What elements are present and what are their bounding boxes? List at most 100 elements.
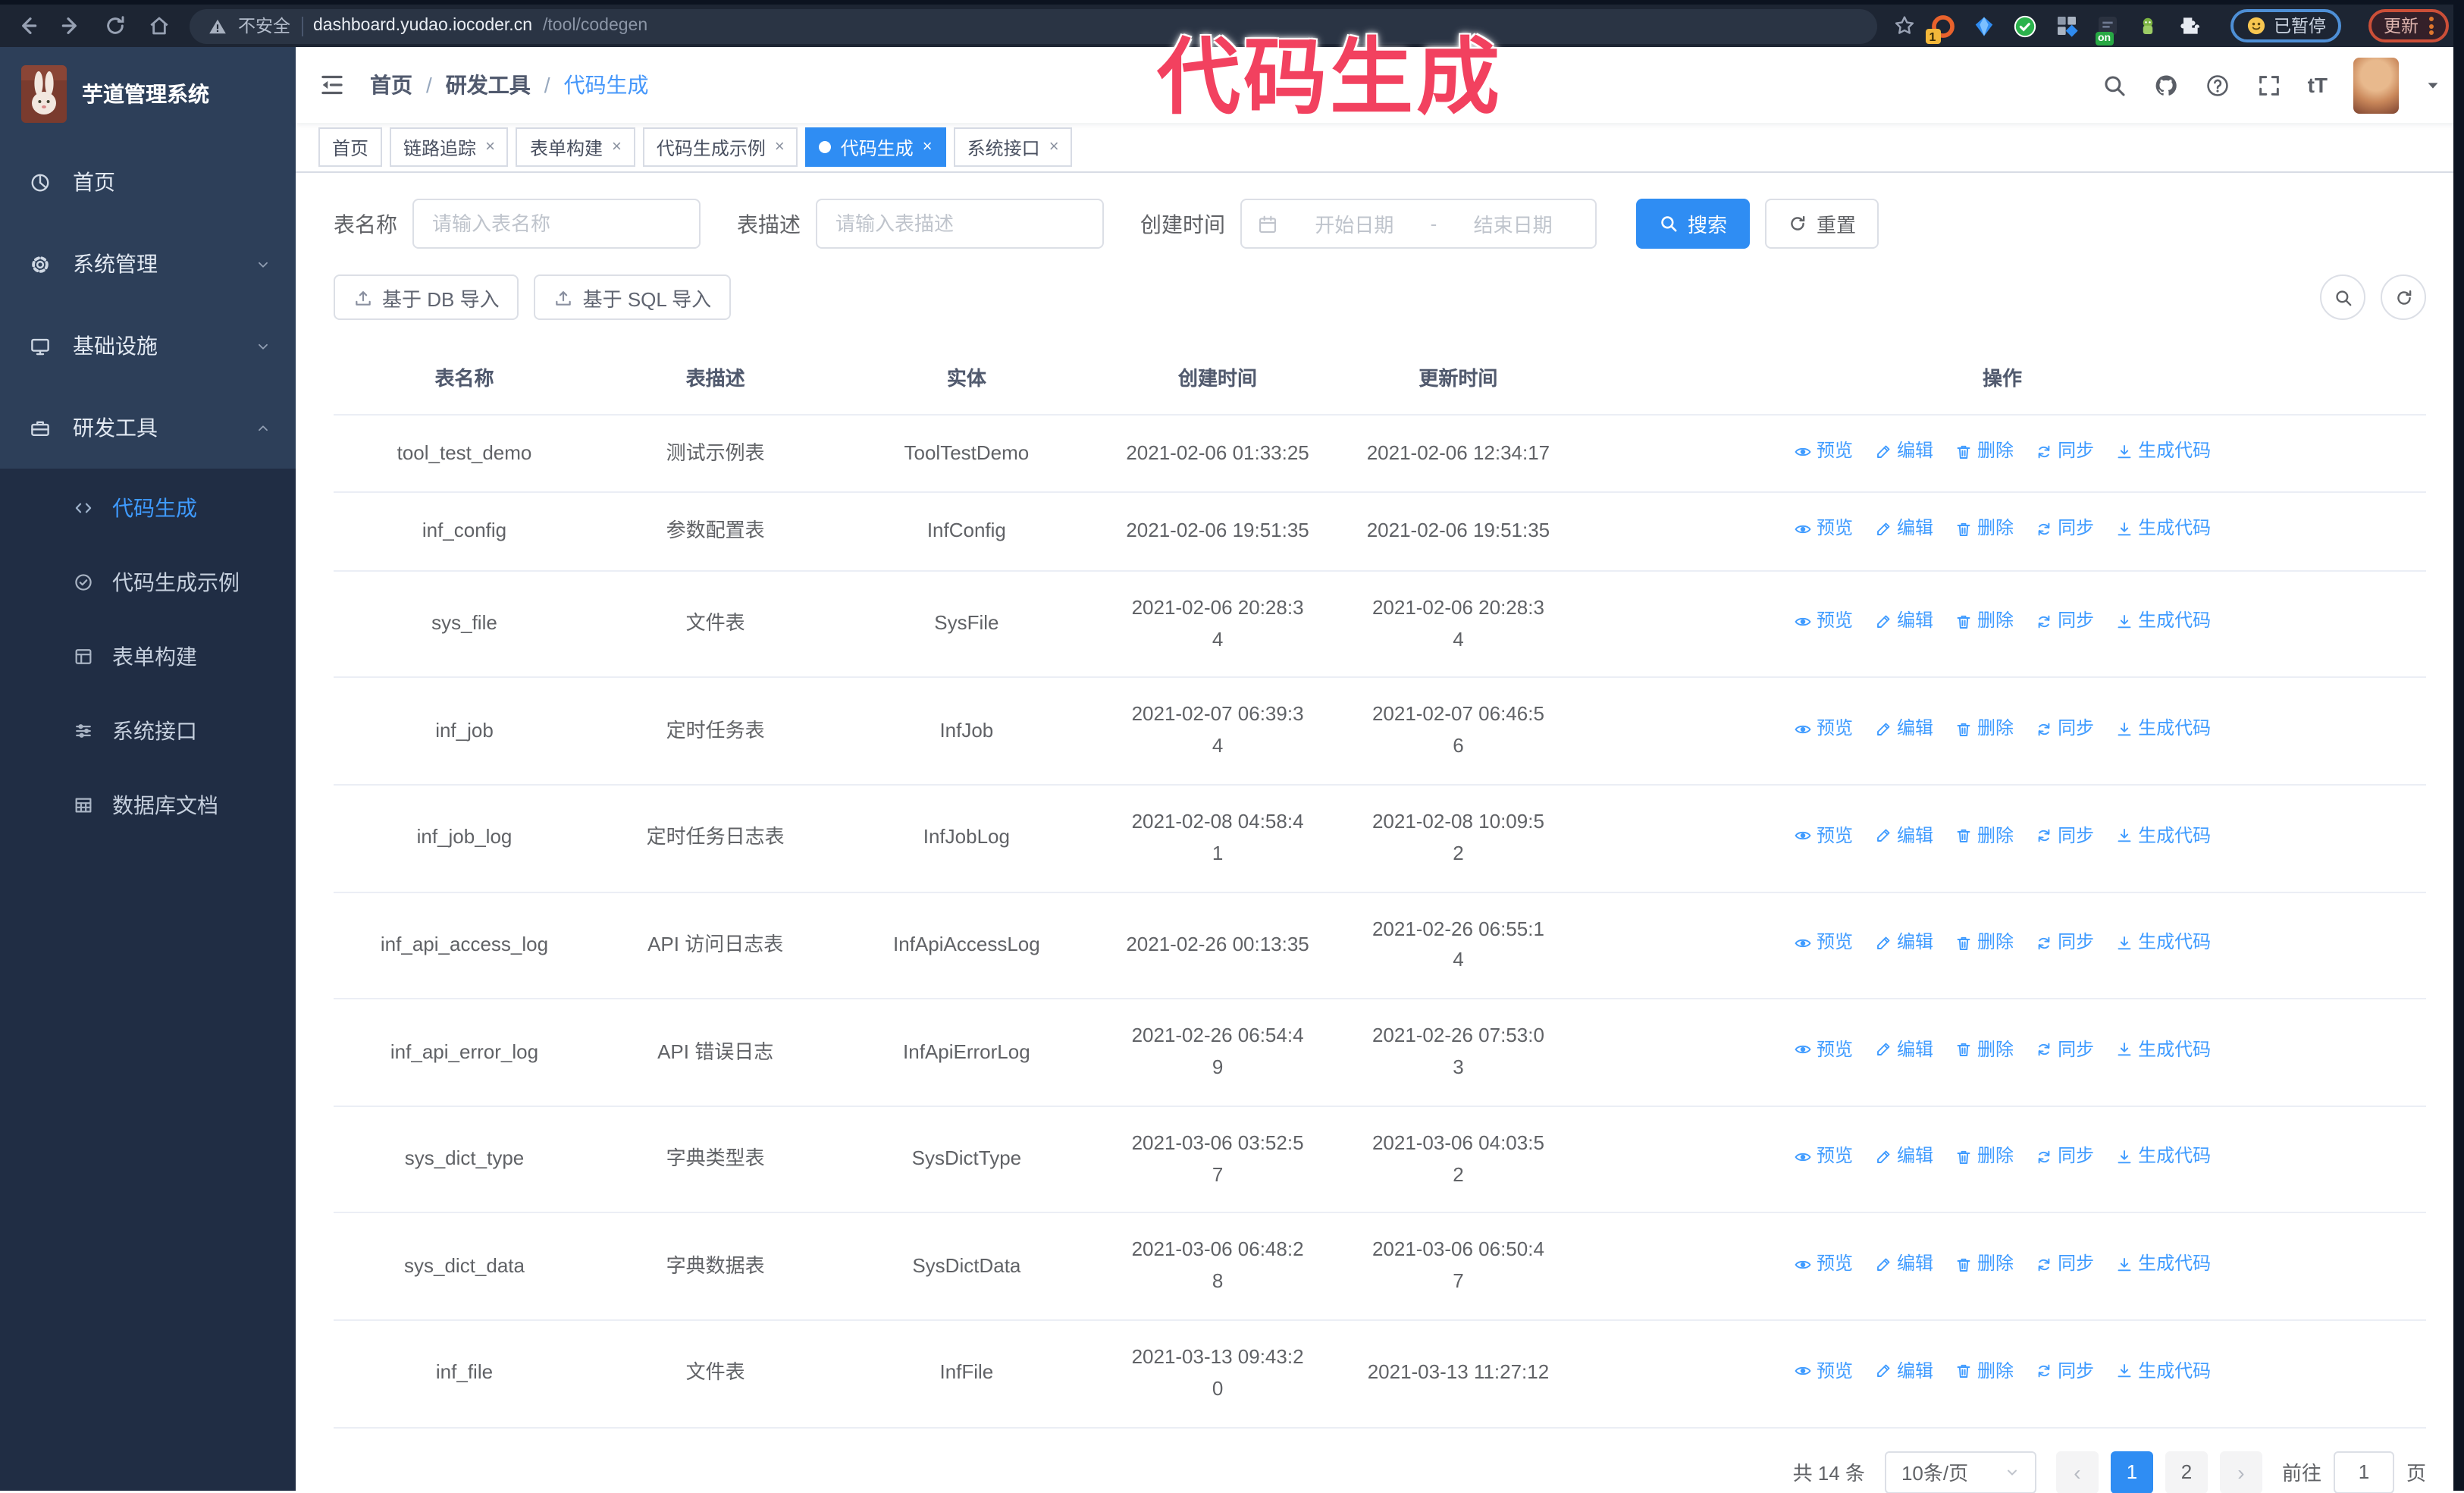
action-删除[interactable]: 删除 [1955,607,2014,636]
action-编辑[interactable]: 编辑 [1874,437,1933,466]
date-range-picker[interactable]: 开始日期 - 结束日期 [1240,199,1597,249]
action-同步[interactable]: 同步 [2035,1036,2094,1065]
action-删除[interactable]: 删除 [1955,1143,2014,1172]
action-生成代码[interactable]: 生成代码 [2115,821,2211,850]
table-name-input[interactable] [412,199,701,249]
action-同步[interactable]: 同步 [2035,714,2094,743]
action-删除[interactable]: 删除 [1955,928,2014,957]
action-删除[interactable]: 删除 [1955,515,2014,544]
action-同步[interactable]: 同步 [2035,515,2094,544]
table-desc-input[interactable] [816,199,1104,249]
page-size-select[interactable]: 10条/页 [1884,1451,2036,1493]
action-编辑[interactable]: 编辑 [1874,714,1933,743]
close-icon[interactable]: × [485,138,495,156]
action-编辑[interactable]: 编辑 [1874,515,1933,544]
tag-链路追踪[interactable]: 链路追踪 × [390,127,509,167]
action-删除[interactable]: 删除 [1955,1036,2014,1065]
bookmark-star-icon[interactable] [1892,14,1916,38]
user-avatar[interactable] [2353,57,2399,113]
breadcrumb-首页[interactable]: 首页 [370,70,412,100]
sidebar-logo-row[interactable]: 芋道管理系统 [0,47,296,141]
action-预览[interactable]: 预览 [1794,1036,1853,1065]
action-编辑[interactable]: 编辑 [1874,1250,1933,1278]
search-button[interactable]: 搜索 [1636,199,1751,249]
close-icon[interactable]: × [612,138,622,156]
action-删除[interactable]: 删除 [1955,714,2014,743]
action-删除[interactable]: 删除 [1955,1357,2014,1385]
action-预览[interactable]: 预览 [1794,928,1853,957]
action-预览[interactable]: 预览 [1794,1143,1853,1172]
sidebar-subitem-数据库文档[interactable]: 数据库文档 [0,767,296,842]
action-生成代码[interactable]: 生成代码 [2115,1250,2211,1278]
extension-icon-dark-on[interactable]: on [2093,12,2121,45]
action-同步[interactable]: 同步 [2035,821,2094,850]
action-同步[interactable]: 同步 [2035,1250,2094,1278]
action-预览[interactable]: 预览 [1794,437,1853,466]
action-预览[interactable]: 预览 [1794,1357,1853,1385]
home-icon[interactable] [147,14,171,38]
extension-icon-grid[interactable] [2052,12,2080,39]
action-同步[interactable]: 同步 [2035,1143,2094,1172]
github-icon[interactable] [2153,72,2179,98]
forward-icon[interactable] [59,14,83,38]
action-预览[interactable]: 预览 [1794,1250,1853,1278]
search-icon[interactable] [2102,72,2127,98]
sidebar-subitem-系统接口[interactable]: 系统接口 [0,693,296,767]
paused-extension-pill[interactable]: 已暂停 [2230,9,2341,42]
help-icon[interactable] [2205,72,2230,98]
close-icon[interactable]: × [923,138,933,156]
tag-代码生成示例[interactable]: 代码生成示例 × [642,127,798,167]
collapse-sidebar-icon[interactable] [318,71,346,99]
sidebar-item-首页[interactable]: 首页 [0,141,296,223]
action-同步[interactable]: 同步 [2035,928,2094,957]
goto-page-input[interactable] [2333,1451,2394,1493]
action-编辑[interactable]: 编辑 [1874,1036,1933,1065]
sidebar-item-研发工具[interactable]: 研发工具 [0,387,296,469]
action-编辑[interactable]: 编辑 [1874,1357,1933,1385]
action-编辑[interactable]: 编辑 [1874,1143,1933,1172]
toggle-search-button[interactable] [2320,274,2365,320]
action-删除[interactable]: 删除 [1955,821,2014,850]
avatar-caret-down-icon[interactable] [2425,77,2441,93]
action-同步[interactable]: 同步 [2035,437,2094,466]
close-icon[interactable]: × [1049,138,1059,156]
prev-page-button[interactable]: ‹ [2055,1451,2099,1493]
sql-import-button[interactable]: 基于 SQL 导入 [534,274,732,320]
breadcrumb-研发工具[interactable]: 研发工具 [446,70,531,100]
sidebar-subitem-代码生成示例[interactable]: 代码生成示例 [0,544,296,619]
action-删除[interactable]: 删除 [1955,1250,2014,1278]
action-生成代码[interactable]: 生成代码 [2115,1036,2211,1065]
action-编辑[interactable]: 编辑 [1874,821,1933,850]
back-icon[interactable] [15,14,39,38]
action-生成代码[interactable]: 生成代码 [2115,1143,2211,1172]
tag-首页[interactable]: 首页 [318,127,383,167]
action-生成代码[interactable]: 生成代码 [2115,714,2211,743]
action-生成代码[interactable]: 生成代码 [2115,515,2211,544]
action-生成代码[interactable]: 生成代码 [2115,607,2211,636]
font-size-icon[interactable]: tT [2308,73,2328,97]
extension-icon-orange[interactable]: 1 [1925,12,1957,44]
reset-button[interactable]: 重置 [1765,199,1879,249]
action-预览[interactable]: 预览 [1794,821,1853,850]
action-同步[interactable]: 同步 [2035,1357,2094,1385]
extension-icon-green-robot[interactable] [2134,12,2161,39]
page-button-2[interactable]: 2 [2165,1451,2208,1493]
action-预览[interactable]: 预览 [1794,714,1853,743]
action-编辑[interactable]: 编辑 [1874,928,1933,957]
update-pill[interactable]: 更新 [2368,9,2449,42]
reload-icon[interactable] [103,14,127,38]
tag-表单构建[interactable]: 表单构建 × [516,127,635,167]
action-生成代码[interactable]: 生成代码 [2115,437,2211,466]
action-同步[interactable]: 同步 [2035,607,2094,636]
sidebar-item-系统管理[interactable]: 系统管理 [0,223,296,305]
action-删除[interactable]: 删除 [1955,437,2014,466]
refresh-table-button[interactable] [2381,274,2426,320]
tag-系统接口[interactable]: 系统接口 × [953,127,1073,167]
tag-代码生成[interactable]: 代码生成 × [805,127,946,167]
close-icon[interactable]: × [775,138,785,156]
action-预览[interactable]: 预览 [1794,515,1853,544]
action-编辑[interactable]: 编辑 [1874,607,1933,636]
url-bar[interactable]: 不安全 dashboard.yudao.iocoder.cn/tool/code… [190,8,1876,43]
fullscreen-icon[interactable] [2256,72,2282,98]
db-import-button[interactable]: 基于 DB 导入 [334,274,519,320]
